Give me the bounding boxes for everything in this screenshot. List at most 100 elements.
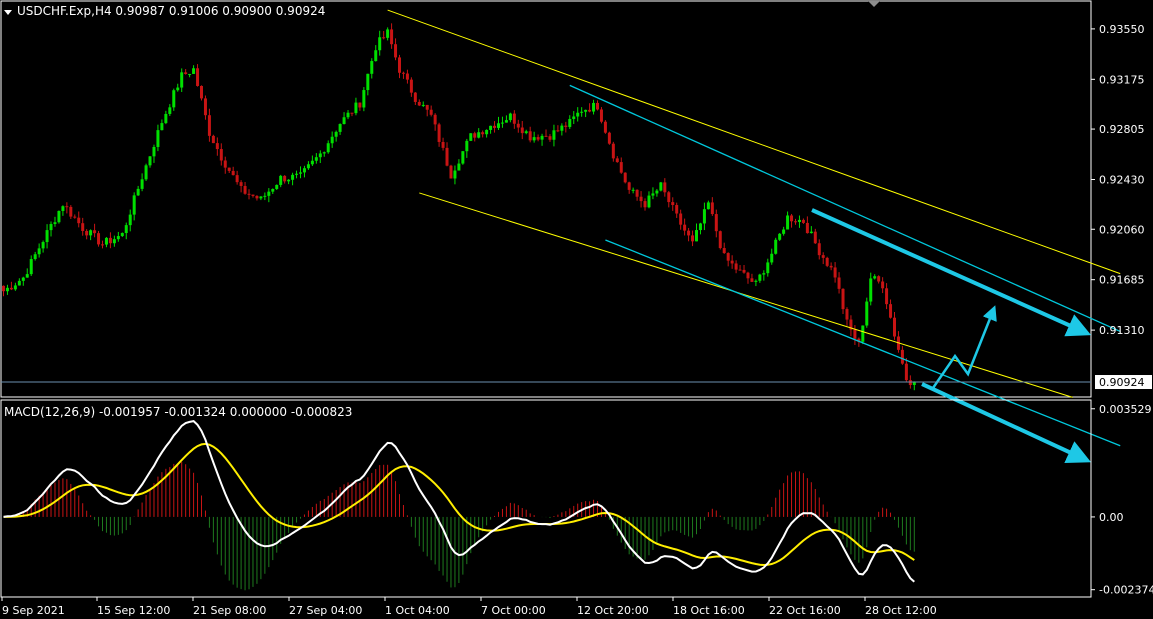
bull-candle xyxy=(330,136,334,144)
bull-candle xyxy=(532,137,536,141)
bull-candle xyxy=(172,90,176,108)
macd-info-label: MACD(12,26,9) -0.001957 -0.001324 0.0000… xyxy=(4,405,352,419)
bear-candle xyxy=(239,182,243,186)
bull-candle xyxy=(766,262,770,274)
bear-candle xyxy=(215,143,219,150)
bull-candle xyxy=(338,124,342,132)
bear-candle xyxy=(211,135,215,144)
bull-candle xyxy=(148,156,152,166)
bear-candle xyxy=(667,192,671,203)
bear-candle xyxy=(283,175,287,182)
bull-candle xyxy=(104,237,108,245)
bull-candle xyxy=(457,163,461,171)
bear-candle xyxy=(730,260,734,264)
bull-candle xyxy=(560,125,564,131)
bull-candle xyxy=(295,173,299,175)
bull-candle xyxy=(13,285,17,290)
bear-candle xyxy=(390,29,394,45)
bear-candle xyxy=(889,304,893,318)
bull-candle xyxy=(346,112,350,118)
bear-candle xyxy=(203,98,207,116)
bear-candle xyxy=(247,193,251,195)
bear-candle xyxy=(726,253,730,261)
bear-candle xyxy=(900,349,904,364)
bull-candle xyxy=(291,174,295,180)
bear-candle xyxy=(714,214,718,232)
bear-candle xyxy=(85,230,89,236)
bear-candle xyxy=(619,162,623,173)
bull-candle xyxy=(116,236,120,240)
bull-candle xyxy=(287,179,291,182)
time-tick-label: 28 Oct 12:00 xyxy=(865,604,937,617)
bull-candle xyxy=(782,229,786,234)
time-tick-label: 1 Oct 04:00 xyxy=(385,604,450,617)
bull-candle xyxy=(489,125,493,130)
bear-candle xyxy=(615,158,619,163)
price-tick-label: 0.93175 xyxy=(1099,73,1145,86)
bull-candle xyxy=(809,231,813,234)
macd-tick-label: 0.003529 xyxy=(1099,403,1152,416)
bull-candle xyxy=(647,195,651,208)
bear-candle xyxy=(481,132,485,135)
bull-candle xyxy=(469,133,473,141)
bull-candle xyxy=(869,278,873,302)
bull-candle xyxy=(314,157,318,161)
bull-candle xyxy=(120,233,124,237)
bear-candle xyxy=(77,217,81,224)
bear-candle xyxy=(742,269,746,273)
bull-candle xyxy=(592,102,596,112)
bear-candle xyxy=(413,92,417,102)
bear-candle xyxy=(885,288,889,305)
bear-candle xyxy=(829,265,833,268)
bull-candle xyxy=(53,222,57,225)
macd-tick-label: 0.00 xyxy=(1099,511,1124,524)
bear-candle xyxy=(445,147,449,166)
bull-candle xyxy=(334,131,338,137)
bull-candle xyxy=(192,68,196,74)
bear-candle xyxy=(394,44,398,58)
bull-candle xyxy=(370,61,374,74)
bull-candle xyxy=(762,273,766,275)
usdchf-h4-chart[interactable]: 0.93550 0.93175 0.92805 0.92430 0.92060 0.916… xyxy=(0,0,1153,619)
bull-candle xyxy=(354,102,358,114)
price-tick-label: 0.92060 xyxy=(1099,223,1145,236)
bear-candle xyxy=(607,132,611,144)
bear-candle xyxy=(794,221,797,223)
bear-candle xyxy=(599,109,603,122)
symbol-info-label: USDCHF.Exp,H4 0.90987 0.91006 0.90900 0.… xyxy=(17,4,325,18)
bull-candle xyxy=(5,287,9,292)
bull-candle xyxy=(702,209,706,224)
bear-candle xyxy=(718,231,722,249)
bull-candle xyxy=(758,274,762,281)
bull-candle xyxy=(497,123,500,128)
time-tick-label: 18 Oct 16:00 xyxy=(673,604,745,617)
bull-candle xyxy=(651,193,655,196)
bear-candle xyxy=(235,175,239,183)
time-tick-label: 21 Sep 08:00 xyxy=(193,604,266,617)
bear-candle xyxy=(635,189,639,197)
bear-candle xyxy=(405,73,409,80)
bear-candle xyxy=(429,109,433,115)
bear-candle xyxy=(564,125,568,127)
bear-candle xyxy=(536,137,540,140)
bear-candle xyxy=(207,115,211,136)
bear-candle xyxy=(433,114,437,125)
time-tick-label: 12 Oct 20:00 xyxy=(577,604,649,617)
bull-candle xyxy=(485,129,489,135)
bull-candle xyxy=(465,140,469,152)
bull-candle xyxy=(326,143,330,153)
price-tick-label: 0.92430 xyxy=(1099,174,1145,187)
bear-candle xyxy=(544,135,548,137)
bull-candle xyxy=(873,276,877,279)
bull-candle xyxy=(362,90,366,108)
bull-candle xyxy=(797,219,801,222)
bear-candle xyxy=(675,205,679,214)
bear-candle xyxy=(853,329,857,339)
bull-candle xyxy=(144,165,148,180)
time-tick-label: 27 Sep 04:00 xyxy=(289,604,362,617)
bull-candle xyxy=(21,277,25,281)
bear-candle xyxy=(738,269,742,271)
bull-candle xyxy=(112,239,116,244)
time-tick-label: 22 Oct 16:00 xyxy=(769,604,841,617)
bull-candle xyxy=(25,274,29,278)
